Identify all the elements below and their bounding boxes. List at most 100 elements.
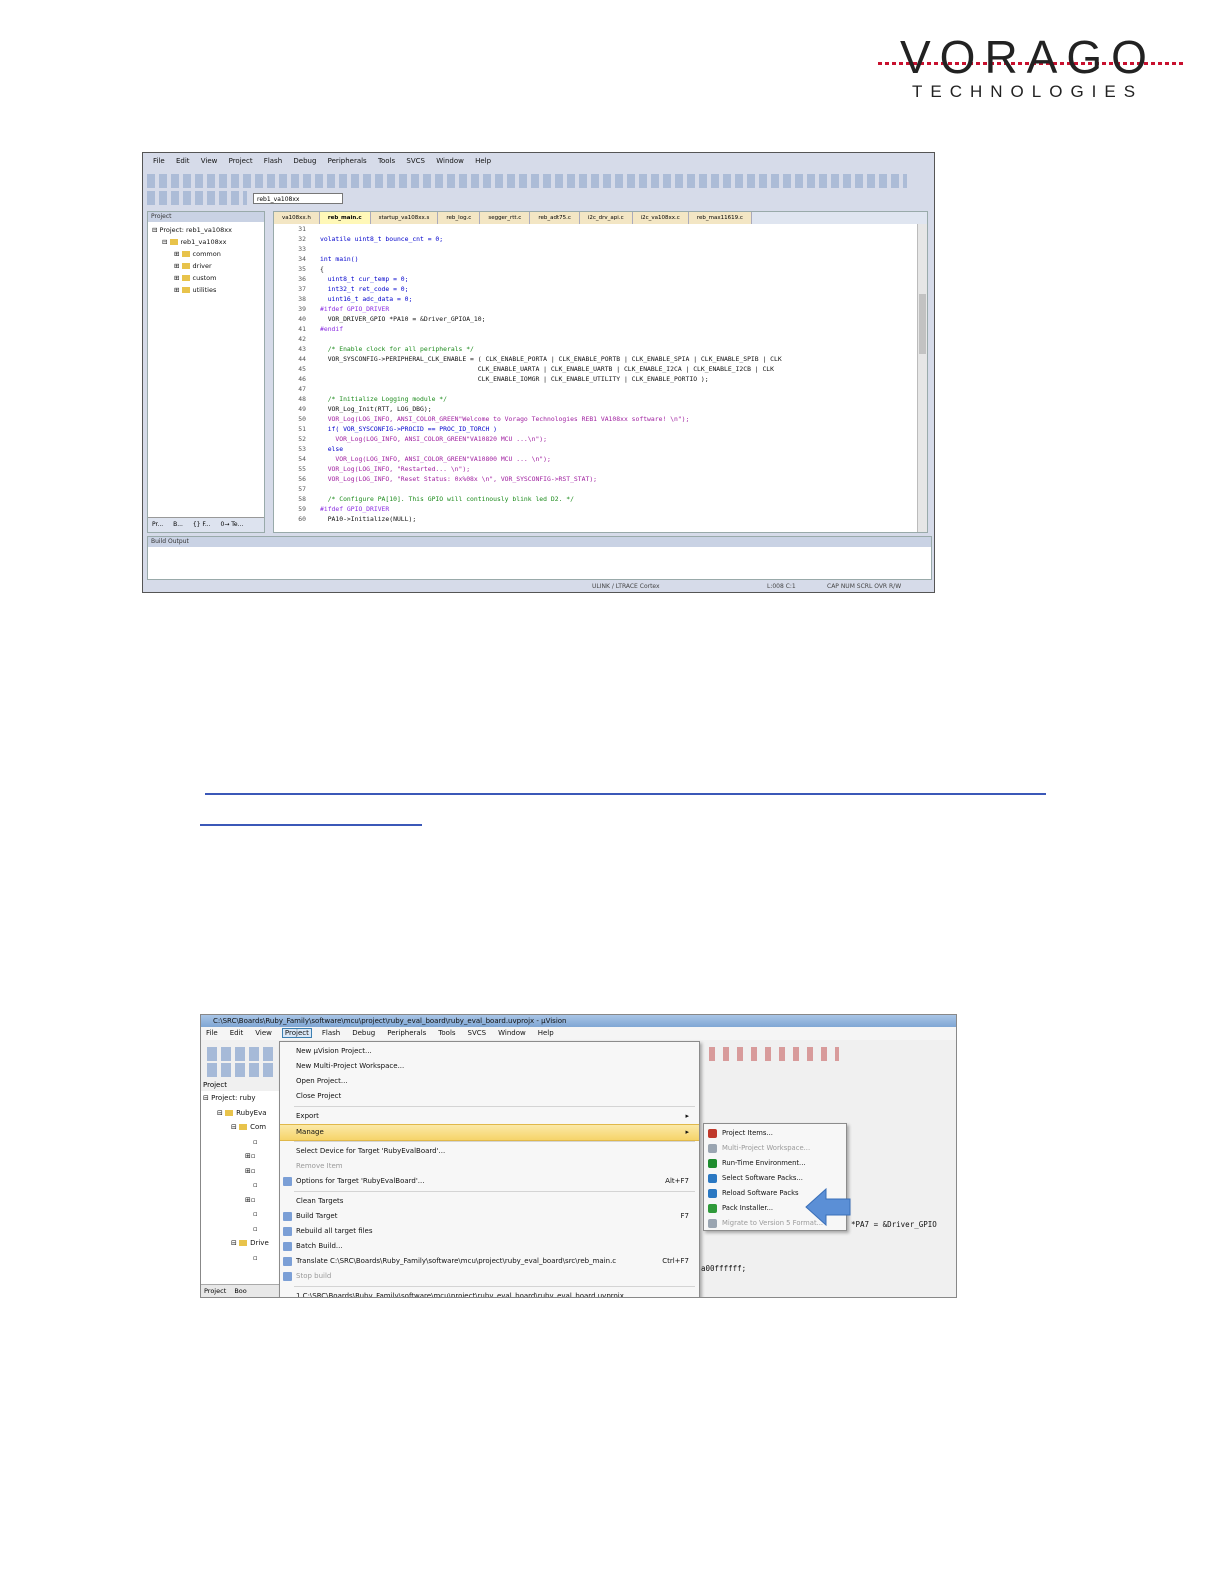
- code-line: 58 /* Configure PA[10]. This GPIO will c…: [278, 494, 927, 504]
- toolbar-debug[interactable]: [709, 1047, 839, 1061]
- tree-item[interactable]: ▫: [201, 1222, 279, 1237]
- tree-item[interactable]: ▫: [201, 1251, 279, 1266]
- tree-item[interactable]: ⊟ Drive: [201, 1236, 279, 1251]
- menu-view[interactable]: View: [253, 1029, 274, 1037]
- line-number: 54: [298, 455, 306, 463]
- project-menu-item[interactable]: Options for Target 'RubyEvalBoard'... Alt…: [280, 1174, 699, 1189]
- menu-peripherals[interactable]: Peripherals: [328, 157, 367, 165]
- project-menu-item[interactable]: Close Project: [280, 1089, 699, 1104]
- project-menu-item[interactable]: Select Device for Target 'RubyEvalBoard'…: [280, 1144, 699, 1159]
- tree-item[interactable]: ⊞ utilities: [152, 284, 260, 296]
- menu-flash[interactable]: Flash: [320, 1029, 342, 1037]
- hyperlink-underline[interactable]: [200, 824, 422, 826]
- line-number: 43: [298, 345, 306, 353]
- scrollbar-thumb[interactable]: [919, 294, 926, 354]
- tree-item[interactable]: ⊞▫: [201, 1193, 279, 1208]
- tree-item[interactable]: ⊞ driver: [152, 260, 260, 272]
- target-select[interactable]: reb1_va108xx: [253, 193, 343, 204]
- line-number: 49: [298, 405, 306, 413]
- tab-project[interactable]: Project: [204, 1287, 226, 1295]
- file-tab[interactable]: reb_max11619.c: [688, 212, 752, 224]
- tree-item[interactable]: ⊞ custom: [152, 272, 260, 284]
- menu-window[interactable]: Window: [436, 157, 464, 165]
- hyperlink-underline[interactable]: [205, 793, 1046, 795]
- menu-tools[interactable]: Tools: [436, 1029, 457, 1037]
- file-tab-active[interactable]: reb_main.c: [319, 212, 371, 224]
- file-tab[interactable]: startup_va108xx.s: [370, 212, 439, 224]
- toolbar-file[interactable]: [147, 174, 907, 188]
- tree-item[interactable]: ⊞▫: [201, 1149, 279, 1164]
- panel-tab[interactable]: Pr...: [152, 521, 163, 528]
- toolbar-file[interactable]: [207, 1047, 277, 1061]
- panel-tab[interactable]: {} F...: [193, 521, 211, 528]
- menu-peripherals[interactable]: Peripherals: [385, 1029, 428, 1037]
- tree-item[interactable]: ⊟ Com: [201, 1120, 279, 1135]
- manage-submenu-item[interactable]: Project Items...: [704, 1126, 846, 1141]
- folder-icon: [181, 263, 190, 269]
- file-tab[interactable]: i2c_drv_api.c: [579, 212, 633, 224]
- toolbar-build[interactable]: [207, 1063, 277, 1077]
- submenu-item-icon: [708, 1174, 717, 1183]
- menu-edit[interactable]: Edit: [228, 1029, 246, 1037]
- submenu-item-icon: [708, 1144, 717, 1153]
- tree-item[interactable]: ⊟ Project: reb1_va108xx: [152, 224, 260, 236]
- submenu-item-label: Pack Installer...: [722, 1204, 774, 1212]
- tree-item[interactable]: ⊞▫: [201, 1164, 279, 1179]
- project-menu-item[interactable]: 1 C:\SRC\Boards\Ruby_Family\software\mcu…: [280, 1289, 699, 1297]
- menu-edit[interactable]: Edit: [176, 157, 190, 165]
- tree-item[interactable]: ▫: [201, 1207, 279, 1222]
- line-number: 44: [298, 355, 306, 363]
- manage-submenu-item[interactable]: Select Software Packs...: [704, 1171, 846, 1186]
- project-menu-item[interactable]: Build Target F7: [280, 1209, 699, 1224]
- code-line: 43 /* Enable clock for all peripherals *…: [278, 344, 927, 354]
- project-menu-item[interactable]: New µVision Project...: [280, 1044, 699, 1059]
- menu-svcs[interactable]: SVCS: [466, 1029, 489, 1037]
- menu-project[interactable]: Project: [229, 157, 253, 165]
- tree-item[interactable]: ⊞ common: [152, 248, 260, 260]
- project-menu-item[interactable]: Rebuild all target files: [280, 1224, 699, 1239]
- toolbar-build[interactable]: [147, 191, 247, 205]
- menu-project[interactable]: Project: [281, 1028, 312, 1038]
- menu-view[interactable]: View: [201, 157, 218, 165]
- file-tab[interactable]: reb_log.c: [438, 212, 481, 224]
- tree-item[interactable]: ▫: [201, 1178, 279, 1193]
- vorago-logo: VORAGO TECHNOLOGIES: [870, 30, 1190, 110]
- editor-scrollbar[interactable]: [917, 224, 927, 532]
- file-tab[interactable]: va108xx.h: [274, 212, 320, 224]
- manage-submenu-item[interactable]: Run-Time Environment...: [704, 1156, 846, 1171]
- menu-svcs[interactable]: SVCS: [406, 157, 425, 165]
- file-tab[interactable]: reb_adt75.c: [530, 212, 580, 224]
- file-tab[interactable]: i2c_va108xx.c: [632, 212, 689, 224]
- project-menu-item[interactable]: Clean Targets: [280, 1194, 699, 1209]
- project-menu-item[interactable]: Open Project...: [280, 1074, 699, 1089]
- menu-debug[interactable]: Debug: [293, 157, 316, 165]
- tree-item[interactable]: ⊟ reb1_va108xx: [152, 236, 260, 248]
- panel-tab[interactable]: 0→ Te...: [221, 521, 244, 528]
- project-menu-item[interactable]: Batch Build...: [280, 1239, 699, 1254]
- file-tab[interactable]: segger_rtt.c: [480, 212, 531, 224]
- bg-code-line: a00ffffff;: [701, 1264, 747, 1273]
- submenu-item-icon: [708, 1129, 717, 1138]
- menu-tools[interactable]: Tools: [378, 157, 395, 165]
- menu-flash[interactable]: Flash: [264, 157, 282, 165]
- project-menu-item[interactable]: Export ▸: [280, 1109, 699, 1124]
- project-menu-item[interactable]: Translate C:\SRC\Boards\Ruby_Family\soft…: [280, 1254, 699, 1269]
- panel-tab[interactable]: B...: [173, 521, 183, 528]
- project-menu-item[interactable]: New Multi-Project Workspace...: [280, 1059, 699, 1074]
- submenu-item-label: Reload Software Packs: [722, 1189, 799, 1197]
- menu-help[interactable]: Help: [475, 157, 491, 165]
- code-text: {: [320, 265, 324, 273]
- tab-books[interactable]: Boo: [234, 1287, 246, 1295]
- menu-debug[interactable]: Debug: [350, 1029, 377, 1037]
- menu-item-label: Translate C:\SRC\Boards\Ruby_Family\soft…: [296, 1257, 617, 1265]
- code-line: 31: [278, 224, 927, 234]
- project-menu-item[interactable]: Manage ▸: [280, 1124, 699, 1141]
- code-editor[interactable]: va108xx.h reb_main.c startup_va108xx.s reb_…: [273, 211, 928, 533]
- tree-item[interactable]: ⊟ Project: ruby: [201, 1091, 279, 1106]
- menu-help[interactable]: Help: [536, 1029, 556, 1037]
- menu-file[interactable]: File: [204, 1029, 220, 1037]
- tree-item[interactable]: ▫: [201, 1135, 279, 1150]
- menu-file[interactable]: File: [153, 157, 165, 165]
- menu-window[interactable]: Window: [496, 1029, 528, 1037]
- tree-item[interactable]: ⊟ RubyEva: [201, 1106, 279, 1121]
